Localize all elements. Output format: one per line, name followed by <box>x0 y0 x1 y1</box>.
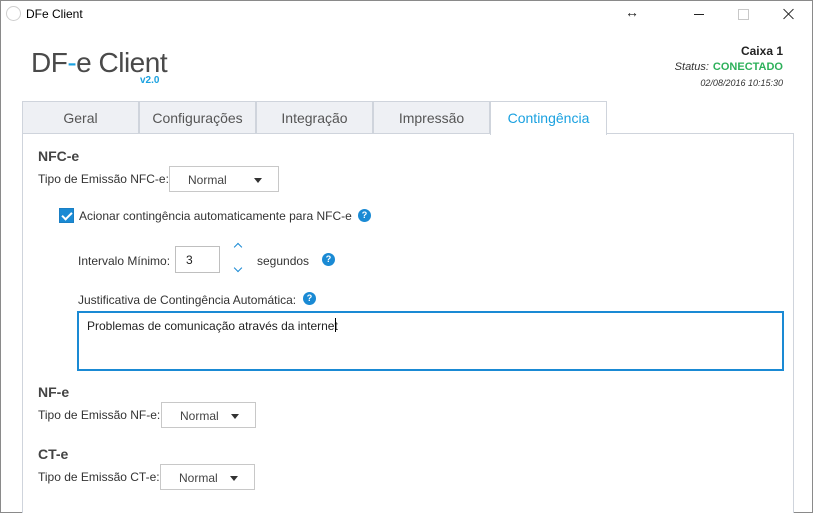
text-caret <box>335 318 336 332</box>
justificativa-label: Justificativa de Contingência Automática… <box>78 293 297 307</box>
chevron-down-icon <box>231 414 239 419</box>
nfce-tipo-label: Tipo de Emissão NFC-e: <box>38 172 169 186</box>
cte-section-title: CT-e <box>38 446 69 462</box>
status-row: Status: CONECTADO <box>675 61 783 73</box>
help-icon[interactable]: ? <box>303 292 316 305</box>
status-label: Status: <box>674 61 709 73</box>
nfe-tipo-dropdown[interactable]: Normal <box>161 402 256 428</box>
nfe-section-title: NF-e <box>38 384 70 400</box>
help-icon[interactable]: ? <box>358 209 371 222</box>
app-icon <box>6 6 21 21</box>
intervalo-label: Intervalo Mínimo: <box>78 254 171 268</box>
cte-tipo-value: Normal <box>179 471 218 485</box>
auto-contingencia-label[interactable]: Acionar contingência automaticamente par… <box>79 209 352 223</box>
tab-impressao[interactable]: Impressão <box>373 101 490 134</box>
intervalo-unit: segundos <box>257 254 310 268</box>
auto-contingencia-checkbox[interactable] <box>59 208 74 223</box>
logo-version: v2.0 <box>140 75 160 86</box>
cte-tipo-dropdown[interactable]: Normal <box>160 464 255 490</box>
chevron-up-icon[interactable] <box>233 241 243 251</box>
nfce-section-title: NFC-e <box>38 148 80 164</box>
resize-arrows-icon[interactable]: ↔ <box>625 4 639 20</box>
tab-geral[interactable]: Geral <box>22 101 139 134</box>
tab-contingencia[interactable]: Contingência <box>490 101 607 135</box>
intervalo-value: 3 <box>186 253 193 267</box>
tab-configuracoes[interactable]: Configurações <box>139 101 256 134</box>
nfce-tipo-dropdown[interactable]: Normal <box>169 166 279 192</box>
tab-bar: Geral Configurações Integração Impressão… <box>22 101 794 135</box>
cte-tipo-label: Tipo de Emissão CT-e: <box>38 470 160 484</box>
title-bar: DFe Client ↔ <box>1 1 812 27</box>
status-value: CONECTADO <box>712 61 783 73</box>
minimize-button[interactable] <box>685 5 713 23</box>
intervalo-input[interactable]: 3 <box>175 246 220 273</box>
justificativa-textarea[interactable]: Problemas de comunicação através da inte… <box>77 311 784 371</box>
logo-text-part2: e Client <box>76 47 168 78</box>
close-button[interactable] <box>775 5 803 23</box>
maximize-button[interactable] <box>729 5 757 23</box>
nfce-tipo-value: Normal <box>188 173 227 187</box>
logo-text-part1: DF <box>31 47 68 78</box>
justificativa-value: Problemas de comunicação através da inte… <box>87 319 338 333</box>
nfe-tipo-value: Normal <box>180 409 219 423</box>
chevron-down-icon <box>254 178 262 183</box>
chevron-down-icon[interactable] <box>233 265 243 275</box>
logo-dash: - <box>67 47 77 78</box>
help-icon[interactable]: ? <box>322 253 335 266</box>
window-title: DFe Client <box>26 7 83 21</box>
caixa-label: Caixa 1 <box>740 44 783 58</box>
nfe-tipo-label: Tipo de Emissão NF-e: <box>38 408 161 422</box>
status-datetime: 02/08/2016 10:15:30 <box>700 78 783 88</box>
app-window: DFe Client ↔ DF-e Client v2.0 Caixa 1 St… <box>0 0 813 513</box>
chevron-down-icon <box>230 476 238 481</box>
tab-integracao[interactable]: Integração <box>256 101 373 134</box>
